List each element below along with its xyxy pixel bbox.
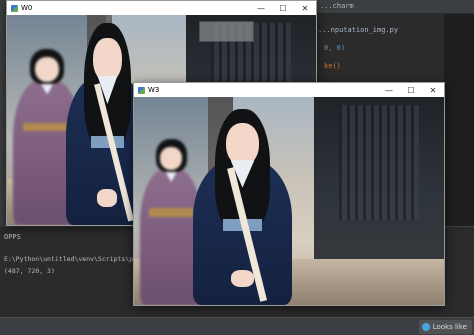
window-titlebar[interactable]: W0 — ☐ ✕	[7, 1, 316, 15]
maximize-button[interactable]: ☐	[400, 83, 422, 97]
window-controls: — ☐ ✕	[378, 83, 444, 97]
minimize-button[interactable]: —	[378, 83, 400, 97]
image-canvas	[134, 97, 444, 305]
notification-toast[interactable]: Looks like	[418, 320, 472, 334]
image-window-w3[interactable]: W3 — ☐ ✕	[133, 82, 445, 306]
close-button[interactable]: ✕	[422, 83, 444, 97]
code-file-name: ...nputation_img.py	[318, 26, 399, 34]
code-line: 0, 0)	[324, 44, 346, 52]
photo-scene	[134, 97, 444, 305]
signboard	[198, 21, 255, 43]
window-controls: — ☐ ✕	[250, 1, 316, 15]
status-bar: Looks like	[0, 317, 474, 335]
window-titlebar[interactable]: W3 — ☐ ✕	[134, 83, 444, 97]
app-icon	[138, 86, 145, 94]
toast-text: Looks like	[432, 323, 467, 331]
app-icon	[11, 4, 18, 12]
minimize-button[interactable]: —	[250, 1, 272, 15]
maximize-button[interactable]: ☐	[272, 1, 294, 15]
terminal-tab[interactable]: OPPS	[0, 227, 60, 245]
close-button[interactable]: ✕	[294, 1, 316, 15]
code-line: ke()	[324, 62, 341, 70]
window-title: W0	[21, 4, 33, 12]
window-title: W3	[148, 86, 160, 94]
editor-tab[interactable]: ...charm	[316, 0, 474, 13]
terminal-output-line: (487, 720, 3)	[4, 267, 55, 275]
info-icon	[421, 323, 430, 331]
main-figure	[192, 109, 293, 305]
